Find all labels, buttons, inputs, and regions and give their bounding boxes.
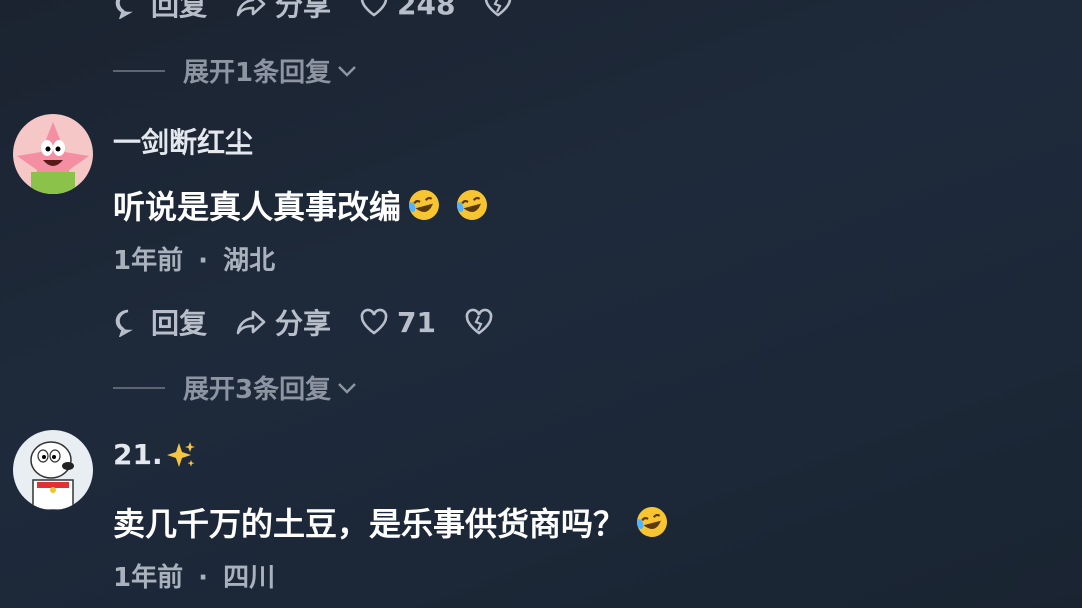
dislike-button[interactable] — [483, 0, 521, 19]
expand-replies-button[interactable]: 展开3条回复 — [113, 369, 359, 406]
expand-replies-label: 展开1条回复 — [183, 58, 332, 88]
chevron-down-icon — [338, 382, 356, 394]
divider-line — [113, 69, 165, 72]
rofl-emoji-icon — [636, 507, 668, 537]
avatar[interactable] — [13, 430, 93, 510]
share-icon — [236, 310, 266, 335]
brian-dog-avatar-icon — [13, 430, 93, 510]
comment-text: 听说是真人真事改编 — [113, 182, 489, 228]
like-count: 71 — [397, 305, 436, 339]
comment-text: 卖几千万的土豆，是乐事供货商吗？ — [113, 499, 669, 545]
username[interactable]: 21. — [113, 438, 197, 471]
comment-location: 四川 — [223, 563, 276, 593]
dislike-button[interactable] — [464, 307, 502, 337]
chevron-down-icon — [338, 65, 356, 77]
rofl-emoji-icon — [408, 190, 440, 220]
reply-button[interactable]: 回复 — [113, 302, 207, 342]
share-label: 分享 — [275, 307, 332, 340]
share-button[interactable]: 分享 — [235, 302, 331, 342]
broken-heart-icon — [465, 308, 493, 335]
sparkles-icon — [166, 441, 195, 467]
meta-separator: · — [198, 246, 209, 276]
comment-icon — [115, 309, 133, 337]
rofl-emoji-icon — [456, 190, 488, 220]
like-button[interactable]: 71 — [359, 306, 436, 339]
broken-heart-icon — [485, 0, 512, 17]
comment-icon — [115, 0, 133, 19]
divider-line — [113, 386, 165, 389]
comment-location: 湖北 — [223, 246, 276, 276]
comment-time: 1年前 — [113, 246, 184, 276]
share-label: 分享 — [275, 0, 332, 22]
share-icon — [236, 0, 266, 17]
comment-actions: 回复 分享 71 — [113, 302, 530, 342]
heart-icon — [360, 0, 388, 17]
meta-separator: · — [198, 563, 209, 593]
expand-replies-label: 展开3条回复 — [183, 375, 332, 405]
heart-icon — [360, 308, 388, 335]
reply-label: 回复 — [151, 0, 208, 22]
prev-comment-actions: 回复 分享 248 — [113, 0, 549, 24]
patrick-star-avatar-icon — [13, 114, 93, 194]
expand-replies-button[interactable]: 展开1条回复 — [113, 52, 359, 89]
comment-meta: 1年前 · 湖北 — [113, 240, 275, 277]
comment-meta: 1年前 · 四川 — [113, 557, 275, 594]
comment-time: 1年前 — [113, 563, 184, 593]
reply-button[interactable]: 回复 — [113, 0, 207, 24]
like-count: 248 — [397, 0, 456, 21]
username[interactable]: 一剑断红尘 — [113, 121, 253, 161]
like-button[interactable]: 248 — [359, 0, 455, 21]
avatar[interactable] — [13, 114, 93, 194]
share-button[interactable]: 分享 — [235, 0, 331, 24]
reply-label: 回复 — [151, 307, 208, 340]
